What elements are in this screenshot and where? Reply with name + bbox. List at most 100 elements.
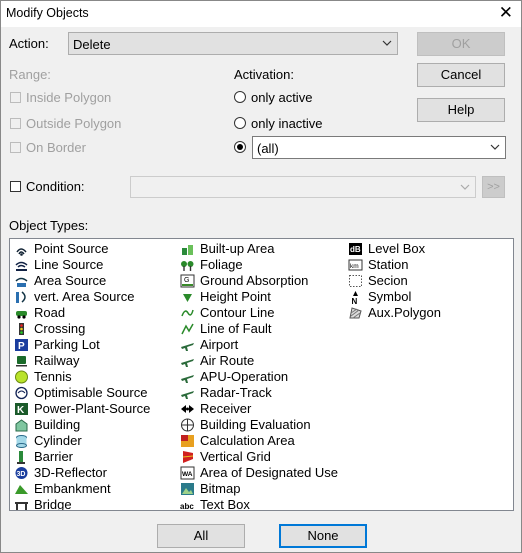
object-type-label: Building bbox=[34, 417, 81, 432]
object-type-label: Symbol bbox=[368, 289, 412, 304]
object-type-label: Contour Line bbox=[200, 305, 275, 320]
condition-more-button[interactable]: >> bbox=[482, 176, 505, 198]
traffic-light-icon bbox=[19, 323, 24, 335]
cylinder-icon bbox=[16, 435, 27, 448]
object-type-label: Railway bbox=[34, 353, 80, 368]
chevron-down-icon bbox=[490, 144, 500, 150]
object-type-label: Bridge bbox=[34, 497, 72, 511]
all-button[interactable]: All bbox=[157, 524, 245, 548]
object-type-label: Barrier bbox=[34, 449, 74, 464]
object-type-label: Level Box bbox=[368, 241, 426, 256]
object-type-label: Ground Absorption bbox=[200, 273, 309, 288]
cancel-button[interactable]: Cancel bbox=[417, 63, 505, 87]
object-type-label: Foliage bbox=[200, 257, 243, 272]
foliage-icon bbox=[181, 261, 194, 271]
road-car-icon bbox=[16, 311, 27, 319]
airport-icon bbox=[181, 343, 194, 351]
object-type-label: Height Point bbox=[200, 289, 271, 304]
svg-text:K: K bbox=[17, 405, 25, 416]
object-type-label: Tennis bbox=[34, 369, 72, 384]
outside-polygon-checkbox[interactable] bbox=[10, 118, 21, 129]
tennis-ball-icon bbox=[15, 370, 28, 384]
height-point-icon bbox=[183, 294, 192, 302]
object-type-label: Line Source bbox=[34, 257, 104, 272]
object-types-label: Object Types: bbox=[9, 218, 89, 233]
chevron-down-icon bbox=[382, 40, 392, 46]
help-button[interactable]: Help bbox=[417, 98, 505, 122]
object-type-label: Building Evaluation bbox=[200, 417, 311, 432]
title-bar: Modify Objects ✕ bbox=[1, 1, 521, 27]
object-type-label: Embankment bbox=[34, 481, 111, 496]
inside-polygon-label: Inside Polygon bbox=[26, 90, 112, 105]
svg-text:abc: abc bbox=[180, 502, 194, 511]
condition-dropdown[interactable] bbox=[130, 176, 476, 198]
svg-text:dB: dB bbox=[350, 245, 361, 254]
object-type-label: Receiver bbox=[200, 401, 252, 416]
building-icon bbox=[15, 419, 28, 432]
level-box-icon: dB bbox=[349, 243, 362, 255]
on-border-label: On Border bbox=[26, 140, 86, 155]
object-type-label: Aux.Polygon bbox=[368, 305, 441, 320]
receiver-icon bbox=[181, 405, 194, 413]
object-type-label: Area Source bbox=[34, 273, 107, 288]
object-type-label: Vertical Grid bbox=[200, 449, 271, 464]
contour-line-icon bbox=[181, 309, 194, 317]
action-label: Action: bbox=[9, 36, 49, 51]
object-type-label: Line of Fault bbox=[200, 321, 272, 336]
built-up-area-icon bbox=[182, 245, 193, 255]
none-button[interactable]: None bbox=[279, 524, 367, 548]
station-icon: km bbox=[348, 259, 363, 271]
object-type-label: Point Source bbox=[34, 241, 109, 256]
north-symbol-icon: N bbox=[352, 291, 358, 304]
svg-text:WA: WA bbox=[182, 471, 193, 478]
object-type-label: APU-Operation bbox=[200, 369, 289, 384]
ok-button[interactable]: OK bbox=[417, 32, 505, 56]
parking-icon: P bbox=[15, 339, 28, 352]
section-icon bbox=[349, 275, 362, 287]
on-border-checkbox[interactable] bbox=[10, 142, 21, 153]
svg-text:km: km bbox=[350, 263, 359, 270]
apu-operation-icon bbox=[181, 375, 194, 383]
object-type-label: Station bbox=[368, 257, 409, 272]
designated-use-icon: WA bbox=[180, 466, 195, 480]
svg-text:N: N bbox=[352, 297, 358, 304]
building-evaluation-icon bbox=[181, 418, 194, 432]
outside-polygon-label: Outside Polygon bbox=[26, 116, 122, 131]
text-box-icon: abc bbox=[180, 502, 194, 511]
area-source-icon bbox=[15, 277, 28, 287]
object-type-label: Bitmap bbox=[200, 481, 241, 496]
object-types-list[interactable]: Point Source Line Source Area Source vert. … bbox=[9, 238, 514, 511]
barrier-icon bbox=[17, 451, 25, 464]
reflector-3d-icon: 3D bbox=[15, 467, 28, 479]
svg-text:3D: 3D bbox=[17, 471, 26, 478]
vertical-grid-icon bbox=[182, 451, 194, 463]
close-icon[interactable]: ✕ bbox=[499, 4, 513, 22]
activation-label: Activation: bbox=[234, 67, 294, 82]
calculation-area-icon bbox=[181, 435, 194, 447]
all-radio[interactable] bbox=[234, 141, 246, 153]
object-type-label: vert. Area Source bbox=[34, 289, 135, 304]
activation-dropdown[interactable]: (all) bbox=[252, 136, 506, 159]
action-dropdown[interactable]: Delete bbox=[68, 32, 398, 55]
object-type-label: Parking Lot bbox=[34, 337, 100, 352]
condition-checkbox[interactable] bbox=[10, 181, 21, 192]
object-type-label: Built-up Area bbox=[200, 241, 275, 256]
inside-polygon-checkbox[interactable] bbox=[10, 92, 21, 103]
object-type-label: Air Route bbox=[200, 353, 255, 368]
object-type-label: 3D-Reflector bbox=[34, 465, 107, 480]
bridge-icon bbox=[15, 502, 28, 510]
object-type-label: Cylinder bbox=[34, 433, 82, 448]
range-label: Range: bbox=[9, 67, 51, 82]
line-of-fault-icon bbox=[181, 323, 194, 335]
object-type-label: Area of Designated Use bbox=[200, 465, 339, 480]
only-active-radio[interactable] bbox=[234, 91, 246, 103]
embankment-icon bbox=[15, 485, 28, 494]
optimisable-source-icon bbox=[15, 386, 28, 400]
object-type-label: Airport bbox=[200, 337, 239, 352]
object-type-label: Power-Plant-Source bbox=[34, 401, 151, 416]
power-plant-icon: K bbox=[15, 403, 28, 416]
only-inactive-radio[interactable] bbox=[234, 117, 246, 129]
bitmap-icon bbox=[181, 483, 194, 495]
object-type-label: Text Box bbox=[200, 497, 250, 511]
object-type-label: Calculation Area bbox=[200, 433, 295, 448]
